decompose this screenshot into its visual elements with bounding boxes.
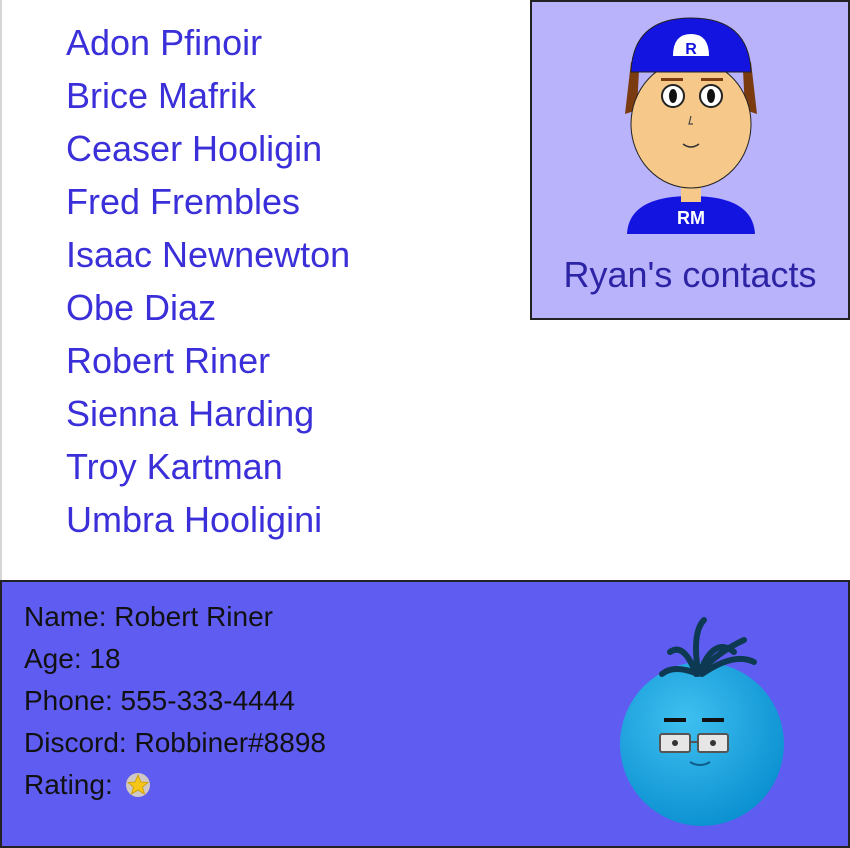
detail-phone-value: 555-333-4444 [120, 685, 295, 716]
contact-link[interactable]: Adon Pfinoir [66, 16, 350, 69]
detail-name-value: Robert Riner [114, 601, 273, 632]
contact-link[interactable]: Brice Mafrik [66, 69, 350, 122]
contact-link-selected[interactable]: Robert Riner [66, 334, 350, 387]
detail-age-row: Age: 18 [24, 638, 326, 680]
contact-list: Adon Pfinoir Brice Mafrik Ceaser Hooligi… [66, 16, 350, 546]
detail-discord-row: Discord: Robbiner#8898 [24, 722, 326, 764]
detail-name-label: Name: [24, 601, 107, 632]
contact-details-panel: Name: Robert Riner Age: 18 Phone: 555-33… [0, 580, 850, 848]
detail-discord-value: Robbiner#8898 [134, 727, 326, 758]
detail-discord-label: Discord: [24, 727, 127, 758]
contact-link[interactable]: Ceaser Hooligin [66, 122, 350, 175]
owner-caption: Ryan's contacts [563, 254, 817, 295]
contact-link[interactable]: Troy Kartman [66, 440, 350, 493]
svg-text:R: R [685, 41, 697, 58]
contact-link[interactable]: Sienna Harding [66, 387, 350, 440]
contact-link[interactable]: Obe Diaz [66, 281, 350, 334]
contact-link[interactable]: Isaac Newnewton [66, 228, 350, 281]
left-border [0, 0, 2, 580]
owner-card: R RM Ryan's contacts [530, 0, 850, 320]
detail-rating-label: Rating: [24, 769, 113, 800]
detail-age-label: Age: [24, 643, 82, 674]
detail-name-row: Name: Robert Riner [24, 596, 326, 638]
detail-age-value: 18 [89, 643, 121, 674]
owner-avatar-icon: R RM [625, 17, 757, 234]
contact-link[interactable]: Umbra Hooligini [66, 493, 350, 546]
contact-link[interactable]: Fred Frembles [66, 175, 350, 228]
svg-text:RM: RM [677, 208, 705, 228]
detail-rating-row: Rating: [24, 764, 326, 806]
contact-avatar-icon [620, 617, 784, 826]
star-icon [125, 768, 151, 810]
detail-phone-label: Phone: [24, 685, 113, 716]
detail-phone-row: Phone: 555-333-4444 [24, 680, 326, 722]
